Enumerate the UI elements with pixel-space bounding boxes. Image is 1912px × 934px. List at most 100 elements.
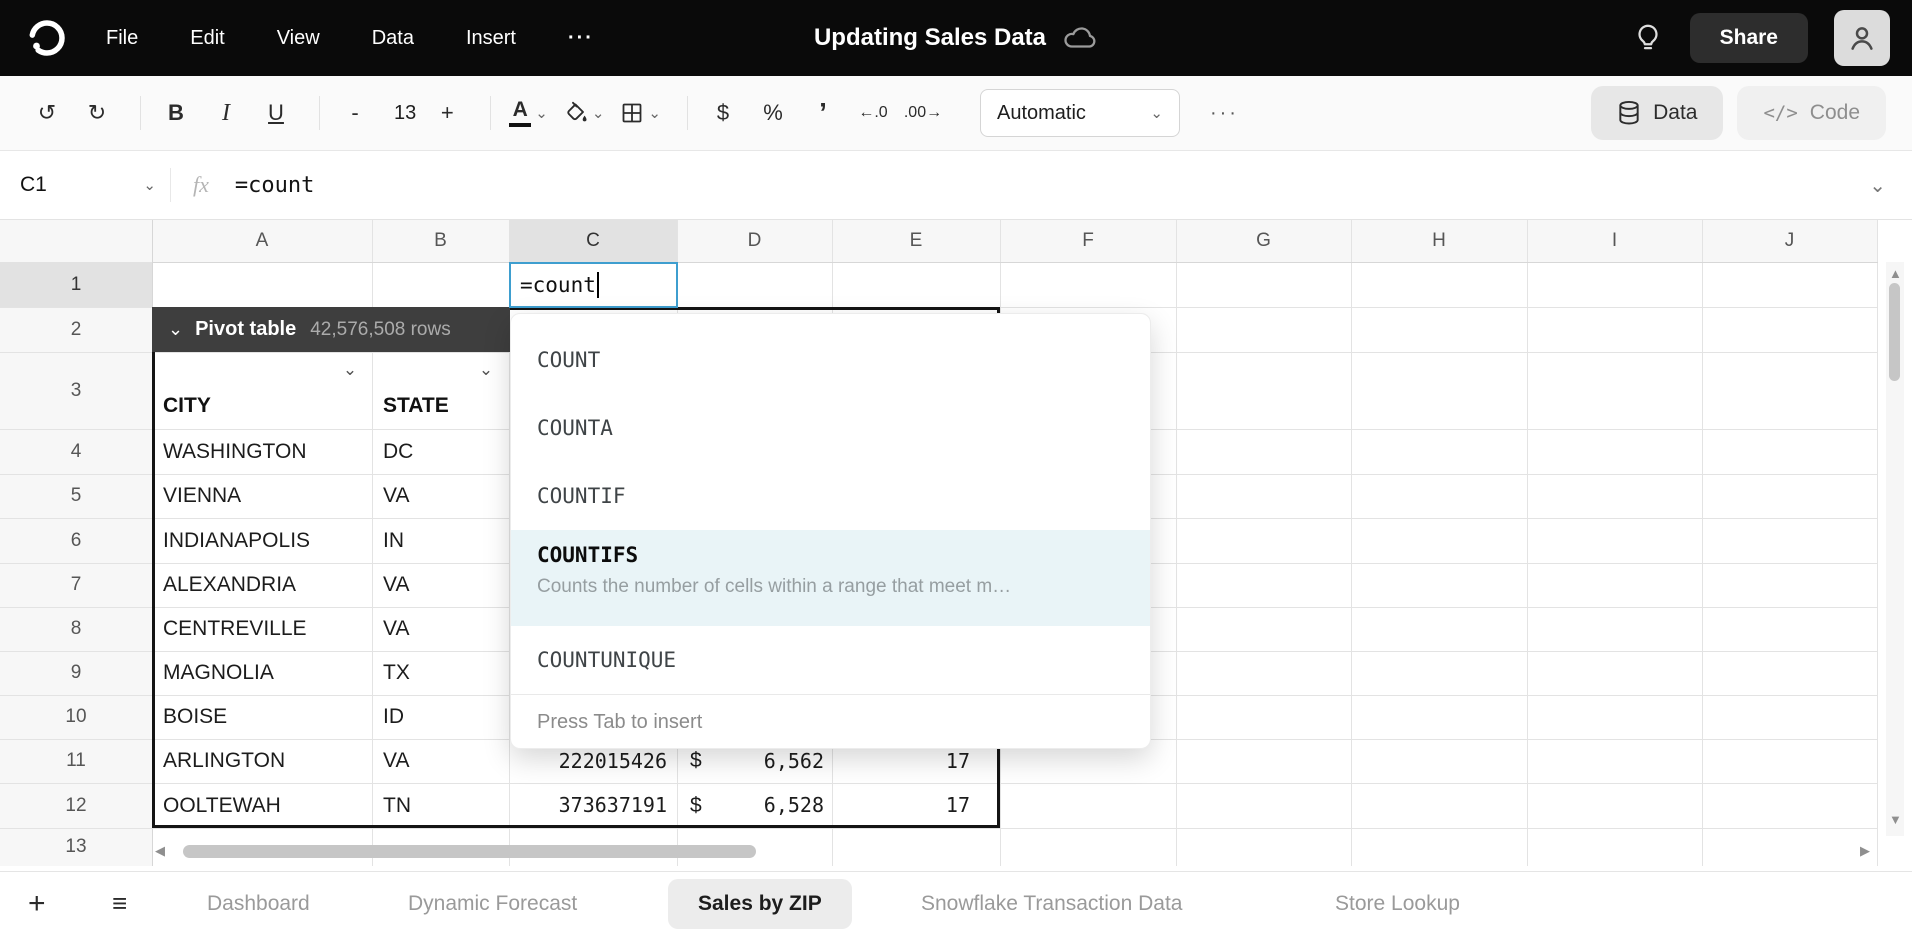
cell-state[interactable]: VA	[383, 474, 409, 518]
cell-city[interactable]: CENTREVILLE	[163, 607, 307, 651]
text-color-button[interactable]: A ⌄	[505, 91, 552, 135]
cell-city[interactable]: BOISE	[163, 695, 227, 739]
column-header-g[interactable]: G	[1176, 220, 1351, 262]
fill-color-button[interactable]: ⌄	[560, 91, 609, 135]
underline-button[interactable]: U	[255, 91, 297, 135]
pivot-header-city[interactable]: CITY	[163, 390, 211, 422]
app-logo[interactable]	[22, 13, 72, 63]
bold-button[interactable]: B	[155, 91, 197, 135]
scroll-left-icon[interactable]: ◀	[155, 843, 165, 859]
tab-snowflake-transaction-data[interactable]: Snowflake Transaction Data	[921, 872, 1182, 934]
cell-state[interactable]: DC	[383, 429, 413, 474]
cell-city[interactable]: MAGNOLIA	[163, 651, 274, 695]
column-header-e[interactable]: E	[832, 220, 1000, 262]
autocomplete-item-countifs-selected[interactable]: COUNTIFS Counts the number of cells with…	[511, 530, 1150, 626]
cell-city[interactable]: WASHINGTON	[163, 429, 307, 474]
cell-zip[interactable]: 373637191	[509, 783, 667, 828]
borders-button[interactable]: ⌄	[616, 91, 665, 135]
undo-button[interactable]: ↺	[26, 91, 68, 135]
font-size-decrease-button[interactable]: -	[334, 91, 376, 135]
gridline-h	[0, 828, 1878, 829]
vertical-scrollbar-thumb[interactable]	[1889, 283, 1900, 381]
chevron-down-icon[interactable]: ⌄	[535, 104, 548, 122]
cell-state[interactable]: IN	[383, 518, 404, 563]
pivot-filter-chevron-city[interactable]: ⌄	[338, 360, 362, 380]
scroll-right-icon[interactable]: ▶	[1860, 843, 1870, 859]
chevron-down-icon: ⌄	[143, 176, 156, 194]
avatar-button[interactable]	[1834, 10, 1890, 66]
menu-insert[interactable]: Insert	[466, 27, 516, 50]
pivot-badge[interactable]: ⌄ Pivot table 42,576,508 rows	[152, 307, 510, 352]
cell-state[interactable]: ID	[383, 695, 404, 739]
italic-button[interactable]: I	[205, 91, 247, 135]
cell-city[interactable]: INDIANAPOLIS	[163, 518, 310, 563]
formula-input[interactable]: =count	[235, 173, 314, 198]
scroll-up-icon[interactable]: ▲	[1889, 266, 1902, 281]
tab-sales-by-zip-active[interactable]: Sales by ZIP	[668, 879, 852, 929]
menu-view[interactable]: View	[277, 27, 320, 50]
code-view-button[interactable]: </> Code	[1737, 86, 1886, 140]
add-sheet-button[interactable]: +	[28, 872, 46, 934]
autocomplete-item-count[interactable]: COUNT	[511, 326, 1150, 394]
row-header-1[interactable]: 1	[0, 262, 152, 307]
cell-state[interactable]: TX	[383, 651, 410, 695]
decrease-decimal-button[interactable]: ←.0	[852, 91, 894, 135]
autocomplete-item-countif[interactable]: COUNTIF	[511, 462, 1150, 530]
gridline-v	[1702, 220, 1703, 866]
chevron-down-icon[interactable]: ⌄	[592, 104, 605, 122]
cell-city[interactable]: ALEXANDRIA	[163, 563, 296, 607]
scroll-down-icon[interactable]: ▼	[1889, 812, 1902, 827]
cell-name-box[interactable]: C1 ⌄	[0, 173, 170, 197]
increase-decimal-button[interactable]: .00→	[902, 91, 944, 135]
menu-file[interactable]: File	[106, 27, 138, 50]
menu-more-button[interactable]: ···	[568, 27, 594, 50]
column-header-h[interactable]: H	[1351, 220, 1527, 262]
column-header-j[interactable]: J	[1702, 220, 1877, 262]
tab-store-lookup[interactable]: Store Lookup	[1335, 872, 1460, 934]
column-header-b[interactable]: B	[372, 220, 509, 262]
active-cell-c1[interactable]: =count	[509, 262, 678, 308]
cell-state[interactable]: TN	[383, 783, 411, 828]
row-header-13[interactable]: 13	[0, 828, 152, 866]
cell-state[interactable]: VA	[383, 563, 409, 607]
font-size-value[interactable]: 13	[394, 102, 416, 125]
toolbar-more-button[interactable]: ···	[1210, 102, 1239, 125]
font-size-increase-button[interactable]: +	[426, 91, 468, 135]
cell-count[interactable]: 17	[832, 783, 970, 828]
row-header-2[interactable]: 2	[0, 307, 152, 352]
column-header-f[interactable]: F	[1000, 220, 1176, 262]
horizontal-scrollbar-thumb[interactable]	[183, 845, 756, 858]
currency-format-button[interactable]: $	[702, 91, 744, 135]
cell-state[interactable]: VA	[383, 739, 409, 783]
number-format-select[interactable]: Automatic ⌄	[980, 89, 1180, 137]
cell-state[interactable]: VA	[383, 607, 409, 651]
pivot-header-state[interactable]: STATE	[383, 390, 449, 422]
code-icon: </>	[1763, 102, 1797, 124]
tab-dynamic-forecast[interactable]: Dynamic Forecast	[408, 872, 577, 934]
column-header-a[interactable]: A	[152, 220, 372, 262]
column-header-i[interactable]: I	[1527, 220, 1702, 262]
column-header-d[interactable]: D	[677, 220, 832, 262]
assistant-bulb-icon[interactable]	[1632, 22, 1664, 54]
cell-city[interactable]: OOLTEWAH	[163, 783, 281, 828]
tab-dashboard[interactable]: Dashboard	[207, 872, 310, 934]
cell-city[interactable]: ARLINGTON	[163, 739, 285, 783]
autocomplete-item-countunique[interactable]: COUNTUNIQUE	[511, 626, 1150, 694]
data-view-button[interactable]: Data	[1591, 86, 1723, 140]
cell-amount[interactable]: 6,528	[700, 783, 824, 828]
chevron-down-icon[interactable]: ⌄	[648, 104, 661, 122]
column-header-c[interactable]: C	[509, 220, 677, 262]
menu-edit[interactable]: Edit	[190, 27, 224, 50]
sheet-list-button[interactable]: ≡	[112, 872, 127, 934]
formula-bar-expand-chevron[interactable]: ⌄	[1869, 173, 1886, 198]
redo-button[interactable]: ↻	[76, 91, 118, 135]
row-header-3[interactable]: 3	[0, 352, 152, 429]
comma-format-button[interactable]: ’	[802, 91, 844, 135]
pivot-filter-chevron-state[interactable]: ⌄	[474, 360, 498, 380]
autocomplete-item-counta[interactable]: COUNTA	[511, 394, 1150, 462]
pivot-collapse-chevron-icon[interactable]: ⌄	[168, 319, 183, 340]
menu-data[interactable]: Data	[372, 27, 414, 50]
share-button[interactable]: Share	[1690, 13, 1808, 63]
cell-city[interactable]: VIENNA	[163, 474, 241, 518]
percent-format-button[interactable]: %	[752, 91, 794, 135]
